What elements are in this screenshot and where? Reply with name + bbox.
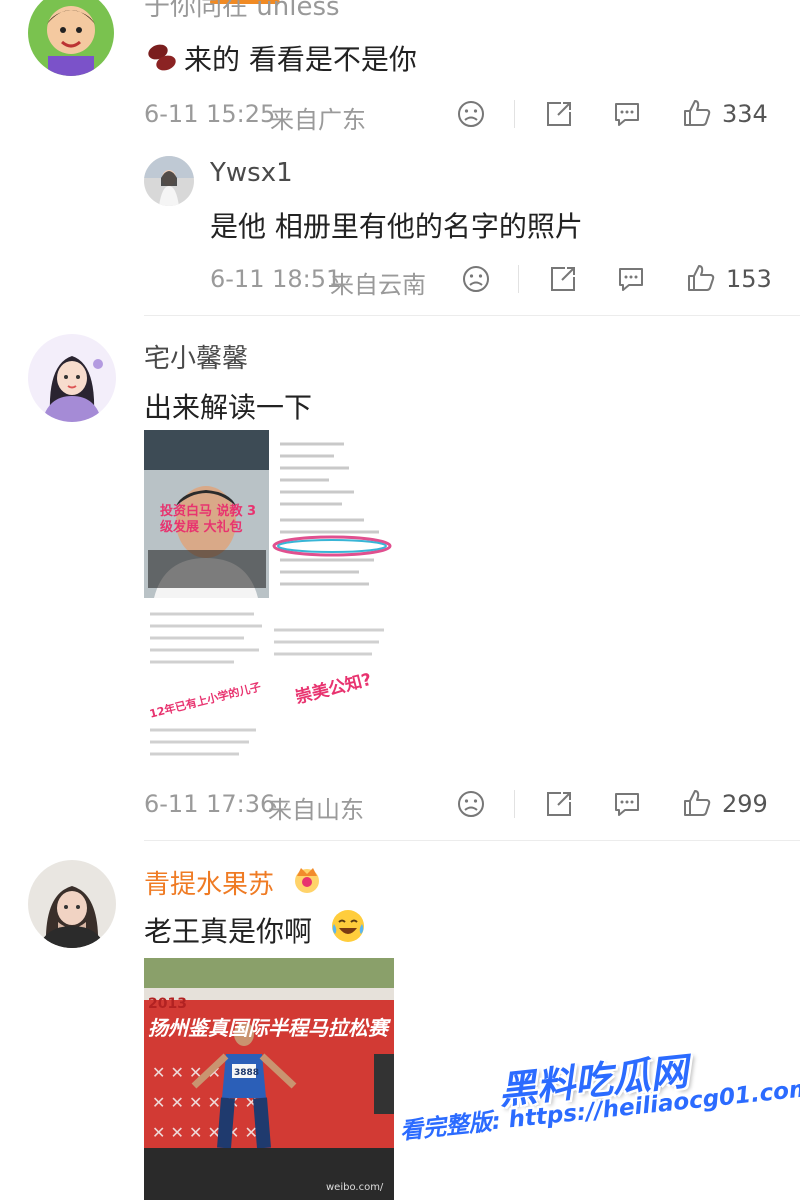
avatar[interactable] [28,334,116,422]
like-count: 334 [722,100,768,128]
image-photo-caption: 投资白马 说教 3级发展 大礼包 [160,504,257,535]
comment-date: 6-11 17:36 [144,790,276,818]
share-icon[interactable] [544,789,574,819]
user-name[interactable]: 青提水果苏 [144,864,274,901]
comment-icon[interactable] [612,99,642,129]
comment-icon[interactable] [616,264,646,294]
comment-text: 老王真是你啊 [144,915,313,948]
user-name[interactable]: Ywsx1 [210,158,293,188]
share-icon[interactable] [544,99,574,129]
image-year: 2013 [148,996,187,1012]
divider [514,790,515,818]
like-count: 153 [726,265,772,293]
comment-image[interactable]: 投资白马 说教 3级发展 大礼包 崇美公知? 12年已有上小学的儿子 [144,430,394,766]
dislike-icon[interactable] [461,264,491,294]
like-icon[interactable] [686,263,716,293]
svg-text:✕ ✕ ✕ ✕ ✕ ✕: ✕ ✕ ✕ ✕ ✕ ✕ [152,1123,258,1142]
partial-user-text: 于你同在 unless [144,0,340,22]
crown-badge-icon [290,862,324,896]
like-count: 299 [722,790,768,818]
comment-divider [144,315,800,316]
divider [518,265,519,293]
laugh-cry-icon [330,908,366,944]
like-icon[interactable] [682,98,712,128]
dislike-icon[interactable] [456,99,486,129]
comment-date: 6-11 15:25 [144,100,276,128]
like-icon[interactable] [682,788,712,818]
comment-location: 来自山东 [268,796,364,824]
image-bib-number: 3888 [234,1068,260,1078]
news-collage-graphic [144,430,394,766]
comment-date: 6-11 18:51 [210,265,342,293]
avatar[interactable] [144,156,194,206]
image-weibo-mark: weibo.com/ [326,1182,384,1193]
comment-divider [144,840,800,841]
marathon-photo-graphic: ✕ ✕ ✕ ✕ ✕ ✕ ✕ ✕ ✕ ✕ ✕ ✕ ✕ ✕ ✕ ✕ ✕ ✕ [144,958,394,1200]
comment-location: 来自云南 [330,271,426,299]
divider [514,100,515,128]
comment-text: 来的 看看是不是你 [184,43,417,76]
dislike-icon[interactable] [456,789,486,819]
image-banner-text: 扬州鉴真国际半程马拉松赛 [148,1016,388,1040]
avatar[interactable] [28,860,116,948]
beans-icon [144,40,180,74]
user-name[interactable]: 宅小馨馨 [144,338,248,375]
share-icon[interactable] [548,264,578,294]
comment-text: 出来解读一下 [144,391,313,424]
comment-icon[interactable] [612,789,642,819]
avatar[interactable] [28,0,114,76]
comment-image[interactable]: ✕ ✕ ✕ ✕ ✕ ✕ ✕ ✕ ✕ ✕ ✕ ✕ ✕ ✕ ✕ ✕ ✕ ✕ 2013… [144,958,394,1200]
comment-location: 来自广东 [270,106,366,134]
reply-text: 是他 相册里有他的名字的照片 [210,210,583,243]
